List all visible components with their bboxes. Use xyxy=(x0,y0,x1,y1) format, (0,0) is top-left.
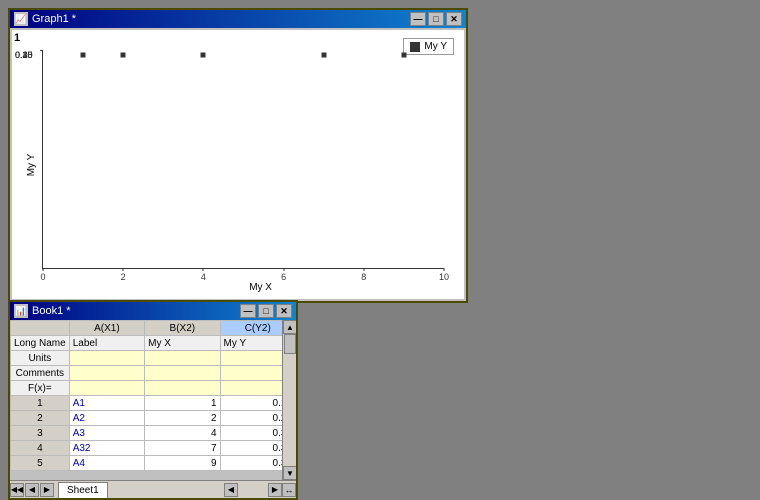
y-tickline-015 xyxy=(40,50,43,51)
h-scroll-resize[interactable]: ↔ xyxy=(282,483,296,497)
book-content: A(X1) B(X2) C(Y2) Long Name Label My X M… xyxy=(10,320,296,498)
tab-nav-arrows: ◀◀ ◀ ▶ xyxy=(10,483,54,497)
cell-2-a[interactable]: A2 xyxy=(69,411,144,426)
meta-val-fx-b[interactable] xyxy=(145,381,220,396)
meta-row-longname: Long Name Label My X My Y xyxy=(11,336,296,351)
meta-label-longname: Long Name xyxy=(11,336,70,351)
cell-3-a[interactable]: A3 xyxy=(69,426,144,441)
tab-nav-prev[interactable]: ◀ xyxy=(25,483,39,497)
book-close-button[interactable]: ✕ xyxy=(276,304,292,318)
x-tick-6: 6 xyxy=(281,272,286,282)
row-num-2: 2 xyxy=(11,411,70,426)
book-titlebar[interactable]: 📊 Book1 * — □ ✕ xyxy=(10,302,296,320)
book-window: 📊 Book1 * — □ ✕ A(X1) B(X2) C(Y2) xyxy=(8,300,298,500)
meta-val-fx-a[interactable] xyxy=(69,381,144,396)
book-restore-button[interactable]: □ xyxy=(258,304,274,318)
meta-val-longname-a[interactable]: Label xyxy=(69,336,144,351)
row-num-5: 5 xyxy=(11,456,70,471)
meta-val-units-b[interactable] xyxy=(145,351,220,366)
data-row-1: 1 A1 1 0.17 xyxy=(11,396,296,411)
cell-1-a[interactable]: A1 xyxy=(69,396,144,411)
data-point-a2 xyxy=(121,53,126,58)
book-window-buttons: — □ ✕ xyxy=(240,304,292,318)
graph-window: 📈 Graph1 * — □ ✕ 1 My Y My Y My X 0.40 0… xyxy=(8,8,468,303)
data-row-3: 3 A3 4 0.34 xyxy=(11,426,296,441)
meta-label-comments: Comments xyxy=(11,366,70,381)
sheet-tab-sheet1[interactable]: Sheet1 xyxy=(58,482,108,498)
graph-content: 1 My Y My Y My X 0.40 0.35 0.30 0.25 0.2… xyxy=(12,30,464,299)
x-tickline-6 xyxy=(283,268,284,271)
col-header-b[interactable]: B(X2) xyxy=(145,321,220,336)
h-scroll-area xyxy=(114,483,224,497)
data-point-a32 xyxy=(321,53,326,58)
meta-val-units-a[interactable] xyxy=(69,351,144,366)
meta-val-comments-a[interactable] xyxy=(69,366,144,381)
book-title: Book1 * xyxy=(32,305,71,317)
tab-nav-first[interactable]: ◀◀ xyxy=(10,483,24,497)
row-num-3: 3 xyxy=(11,426,70,441)
book-titlebar-left: 📊 Book1 * xyxy=(14,304,71,318)
meta-val-longname-b[interactable]: My X xyxy=(145,336,220,351)
graph-maximize-button[interactable]: □ xyxy=(428,12,444,26)
spreadsheet-table: A(X1) B(X2) C(Y2) Long Name Label My X M… xyxy=(10,320,296,471)
meta-row-comments: Comments xyxy=(11,366,296,381)
x-tick-10: 10 xyxy=(439,272,449,282)
x-tick-2: 2 xyxy=(121,272,126,282)
data-row-5: 5 A4 9 0.38 xyxy=(11,456,296,471)
graph-page-number: 1 xyxy=(14,32,20,44)
x-tickline-4 xyxy=(203,268,204,271)
meta-row-fx: F(x)= xyxy=(11,381,296,396)
row-num-4: 4 xyxy=(11,441,70,456)
meta-label-fx: F(x)= xyxy=(11,381,70,396)
scroll-thumb[interactable] xyxy=(284,334,296,354)
graph-window-buttons: — □ ✕ xyxy=(410,12,462,26)
cell-2-b[interactable]: 2 xyxy=(145,411,220,426)
book-window-icon: 📊 xyxy=(14,304,28,318)
x-tickline-2 xyxy=(123,268,124,271)
scroll-down-button[interactable]: ▼ xyxy=(283,466,296,480)
tab-nav-next[interactable]: ▶ xyxy=(40,483,54,497)
data-point-a3 xyxy=(201,53,206,58)
x-tick-4: 4 xyxy=(201,272,206,282)
data-point-a1 xyxy=(81,53,86,58)
graph-title: Graph1 * xyxy=(32,13,76,25)
cell-4-a[interactable]: A32 xyxy=(69,441,144,456)
x-tickline-0 xyxy=(43,268,44,271)
cell-5-b[interactable]: 9 xyxy=(145,456,220,471)
meta-val-comments-b[interactable] xyxy=(145,366,220,381)
data-point-a4 xyxy=(401,53,406,58)
cell-4-b[interactable]: 7 xyxy=(145,441,220,456)
x-axis-label: My X xyxy=(249,282,272,293)
cell-3-b[interactable]: 4 xyxy=(145,426,220,441)
titlebar-left: 📈 Graph1 * xyxy=(14,12,76,26)
y-tick-015: 0.15 xyxy=(15,50,33,60)
scroll-track xyxy=(283,334,296,466)
h-scroll-left[interactable]: ◀ xyxy=(224,483,238,497)
x-tick-0: 0 xyxy=(40,272,45,282)
cell-1-b[interactable]: 1 xyxy=(145,396,220,411)
book-minimize-button[interactable]: — xyxy=(240,304,256,318)
row-num-1: 1 xyxy=(11,396,70,411)
sheet-bottom: ◀◀ ◀ ▶ Sheet1 ◀ ▶ ↔ xyxy=(10,480,296,498)
graph-close-button[interactable]: ✕ xyxy=(446,12,462,26)
cell-5-a[interactable]: A4 xyxy=(69,456,144,471)
data-row-2: 2 A2 2 0.29 xyxy=(11,411,296,426)
x-tick-8: 8 xyxy=(361,272,366,282)
meta-label-units: Units xyxy=(11,351,70,366)
graph-minimize-button[interactable]: — xyxy=(410,12,426,26)
scroll-up-button[interactable]: ▲ xyxy=(283,320,296,334)
x-tickline-10 xyxy=(444,268,445,271)
y-axis-label: My Y xyxy=(26,153,37,176)
corner-header xyxy=(11,321,70,336)
x-tickline-8 xyxy=(363,268,364,271)
graph-window-icon: 📈 xyxy=(14,12,28,26)
graph-plot-area: 0.40 0.35 0.30 0.25 0.20 0.15 0 2 4 6 8 xyxy=(42,50,444,269)
col-header-a[interactable]: A(X1) xyxy=(69,321,144,336)
meta-row-units: Units xyxy=(11,351,296,366)
vertical-scrollbar[interactable]: ▲ ▼ xyxy=(282,320,296,480)
h-scroll-track xyxy=(238,483,268,497)
h-scroll-right[interactable]: ▶ xyxy=(268,483,282,497)
data-row-4: 4 A32 7 0.36 xyxy=(11,441,296,456)
graph-titlebar[interactable]: 📈 Graph1 * — □ ✕ xyxy=(10,10,466,28)
